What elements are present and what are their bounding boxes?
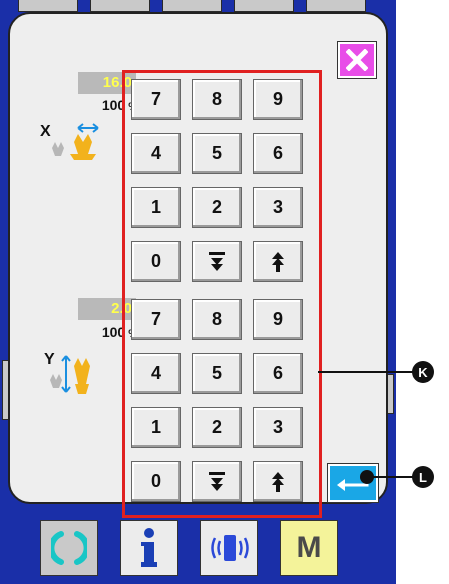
step-down-icon [209,251,225,271]
key-label: 5 [211,363,222,383]
key-0[interactable]: 0 [131,241,181,282]
enter-callout-dot [360,470,374,484]
step-up-button[interactable] [253,241,303,282]
key-8[interactable]: 8 [192,79,242,120]
key-label: 1 [150,197,161,217]
enter-callout-marker: L [412,466,434,488]
key-label: 1 [150,417,161,437]
step-up-icon [272,471,284,492]
key-label: 5 [211,143,222,163]
key-label: 6 [272,143,283,163]
communication-button[interactable] [200,520,258,576]
key-label: 4 [150,143,161,163]
close-x-icon [346,49,368,71]
x-axis-letter: X [40,123,51,140]
keypad-callout-label: K [418,364,428,380]
background-tab [18,0,78,12]
background-tab [162,0,222,12]
keypad-callout-marker: K [412,361,434,383]
key-label: 3 [272,197,283,217]
mode-button-label: M [296,531,322,564]
x-direction-scale-icon: X [40,118,104,173]
key-4[interactable]: 4 [131,133,181,174]
key-label: 8 [211,309,222,329]
key-7[interactable]: 7 [131,79,181,120]
key-label: 0 [150,251,161,271]
close-button[interactable] [337,41,377,79]
reset-button[interactable] [40,520,98,576]
step-down-icon [209,471,225,491]
enter-callout-label: L [419,469,427,485]
key-1[interactable]: 1 [131,187,181,228]
key-0[interactable]: 0 [131,461,181,502]
key-label: 0 [150,471,161,491]
key-2[interactable]: 2 [192,187,242,228]
key-9[interactable]: 9 [253,79,303,120]
key-3[interactable]: 3 [253,407,303,448]
info-button[interactable] [120,520,178,576]
y-axis-letter: Y [44,351,55,368]
keypad-frame: 7 8 9 4 5 6 1 2 3 0 7 8 9 4 5 6 1 2 3 0 [122,70,322,518]
key-label: 4 [150,363,161,383]
reset-icon [51,531,87,565]
key-4[interactable]: 4 [131,353,181,394]
step-down-button[interactable] [192,461,242,502]
info-icon [141,528,157,567]
key-5[interactable]: 5 [192,353,242,394]
key-2[interactable]: 2 [192,407,242,448]
key-label: 2 [211,417,222,437]
key-3[interactable]: 3 [253,187,303,228]
background-tab [90,0,150,12]
key-label: 6 [272,363,283,383]
key-label: 2 [211,197,222,217]
key-9[interactable]: 9 [253,299,303,340]
key-label: 7 [150,89,161,109]
background-tab [306,0,366,12]
key-label: 9 [272,309,283,329]
key-5[interactable]: 5 [192,133,242,174]
mode-button[interactable]: M [280,520,338,576]
enter-callout-line [372,476,414,478]
step-down-button[interactable] [192,241,242,282]
key-label: 7 [150,309,161,329]
numeric-input-dialog: 16.0 100% X 2.0 100% Y 7 8 9 4 5 6 [8,12,388,518]
key-8[interactable]: 8 [192,299,242,340]
key-7[interactable]: 7 [131,299,181,340]
key-6[interactable]: 6 [253,353,303,394]
y-direction-scale-icon: Y [44,344,108,409]
step-up-icon [272,251,284,272]
background-tab [234,0,294,12]
communication-icon [211,535,249,561]
key-1[interactable]: 1 [131,407,181,448]
key-label: 8 [211,89,222,109]
bottom-bar: M [0,510,396,584]
step-up-button[interactable] [253,461,303,502]
key-label: 3 [272,417,283,437]
key-label: 9 [272,89,283,109]
key-6[interactable]: 6 [253,133,303,174]
keypad-callout-line [318,371,414,373]
